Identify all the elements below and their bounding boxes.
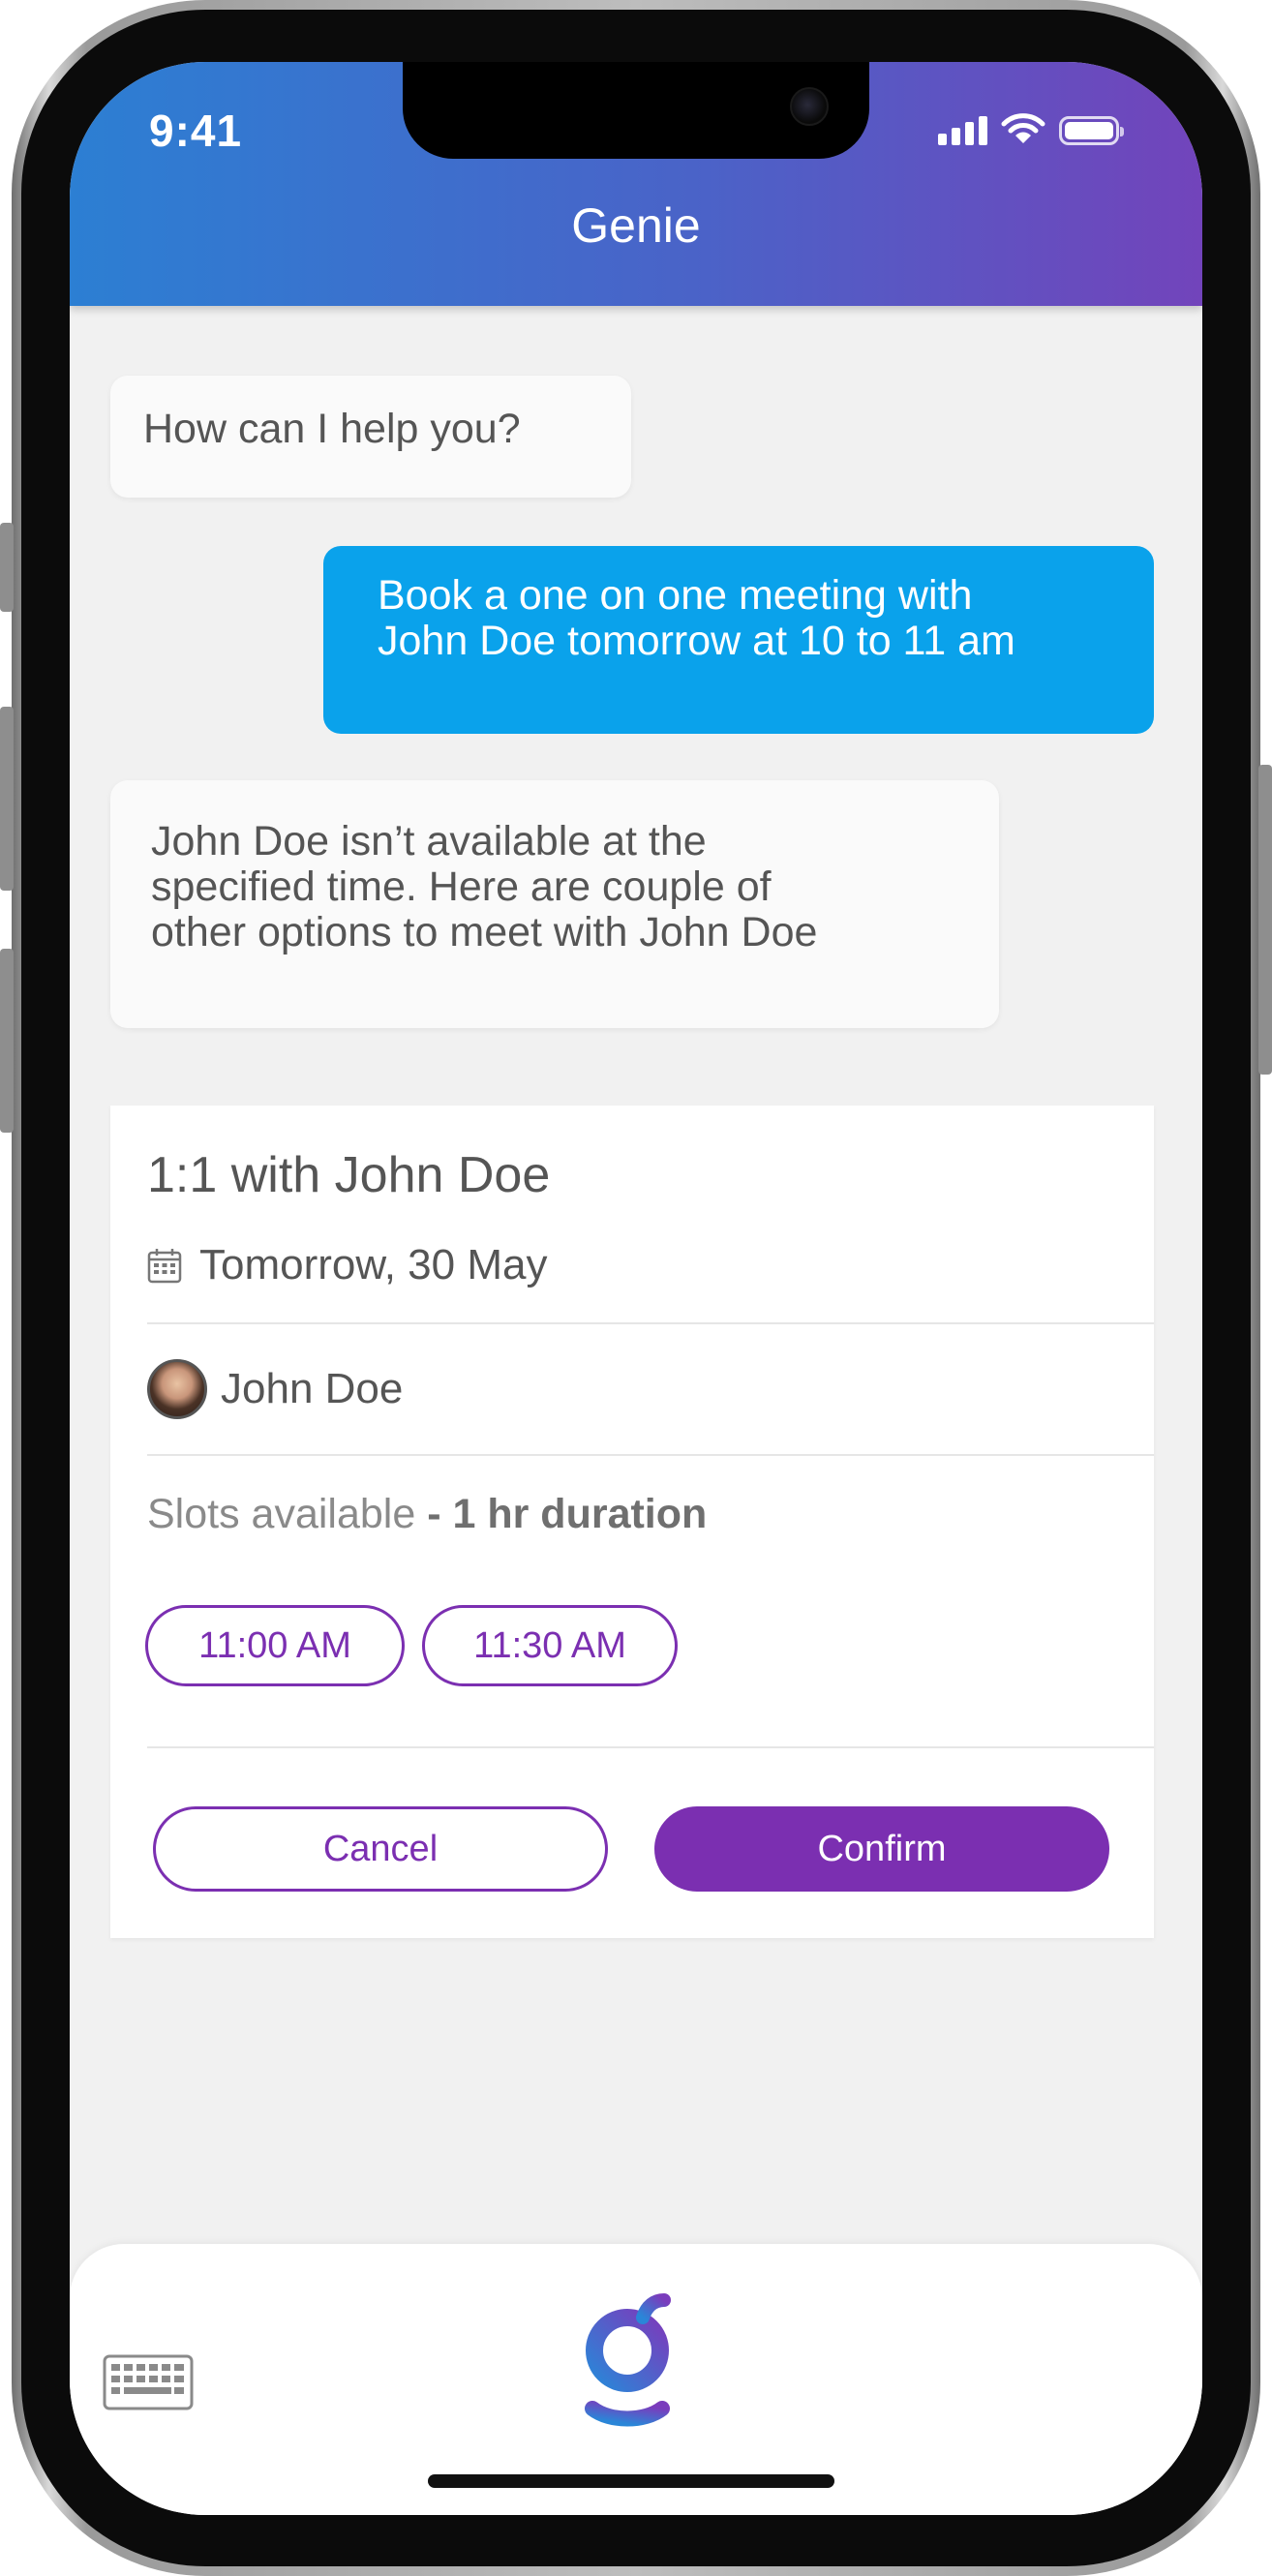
avatar bbox=[147, 1359, 207, 1419]
slots-label: Slots available - 1 hr duration bbox=[147, 1491, 707, 1538]
message-line: How can I help you? bbox=[143, 406, 521, 452]
meeting-date-row: Tomorrow, 30 May bbox=[147, 1241, 547, 1289]
divider bbox=[147, 1746, 1154, 1748]
cancel-button[interactable]: Cancel bbox=[153, 1806, 608, 1892]
bot-message-1: How can I help you? bbox=[110, 376, 631, 498]
status-time: 9:41 bbox=[149, 106, 243, 156]
cellular-signal-icon bbox=[938, 116, 987, 145]
genie-logo-icon[interactable] bbox=[579, 2292, 676, 2428]
message-line: other options to meet with John Doe bbox=[151, 909, 818, 955]
attendee-row: John Doe bbox=[147, 1359, 403, 1419]
attendee-name: John Doe bbox=[221, 1365, 404, 1412]
power-button bbox=[1258, 765, 1272, 1075]
front-camera bbox=[790, 87, 829, 126]
bot-message-2: John Doe isn’t available at the specifie… bbox=[110, 780, 999, 1028]
confirm-button[interactable]: Confirm bbox=[654, 1806, 1109, 1892]
message-line: Book a one on one meeting with bbox=[378, 572, 973, 619]
phone-screen: 9:41 Genie How can I help you? Book a on… bbox=[70, 62, 1202, 2515]
slots-available-text: Slots available bbox=[147, 1491, 416, 1537]
message-line: specified time. Here are couple of bbox=[151, 864, 772, 910]
slot-button-1100[interactable]: 11:00 AM bbox=[145, 1605, 405, 1686]
volume-up-button bbox=[0, 707, 14, 891]
message-line: John Doe isn’t available at the bbox=[151, 818, 707, 864]
message-line: John Doe tomorrow at 10 to 11 am bbox=[378, 618, 1015, 664]
divider bbox=[147, 1322, 1154, 1324]
meeting-date: Tomorrow, 30 May bbox=[199, 1241, 548, 1288]
volume-down-button bbox=[0, 949, 14, 1133]
mute-switch bbox=[0, 523, 14, 612]
divider bbox=[147, 1454, 1154, 1456]
meeting-suggestion-card: 1:1 with John Doe Tomorrow, 30 May John … bbox=[110, 1106, 1154, 1938]
user-message: Book a one on one meeting with John Doe … bbox=[323, 546, 1154, 734]
bottom-bar bbox=[70, 2244, 1202, 2515]
app-header: 9:41 Genie bbox=[70, 62, 1202, 306]
keyboard-icon[interactable] bbox=[103, 2354, 194, 2410]
slot-button-1130[interactable]: 11:30 AM bbox=[422, 1605, 678, 1686]
app-title: Genie bbox=[571, 198, 701, 253]
slots-separator: - bbox=[415, 1491, 453, 1537]
home-indicator[interactable] bbox=[428, 2474, 834, 2488]
slot-duration: 1 hr duration bbox=[452, 1491, 708, 1537]
battery-icon bbox=[1059, 116, 1124, 145]
wifi-icon bbox=[1001, 113, 1045, 143]
status-icons bbox=[938, 112, 1124, 145]
notch bbox=[403, 62, 869, 159]
calendar-icon bbox=[147, 1249, 182, 1284]
meeting-title: 1:1 with John Doe bbox=[147, 1147, 551, 1203]
